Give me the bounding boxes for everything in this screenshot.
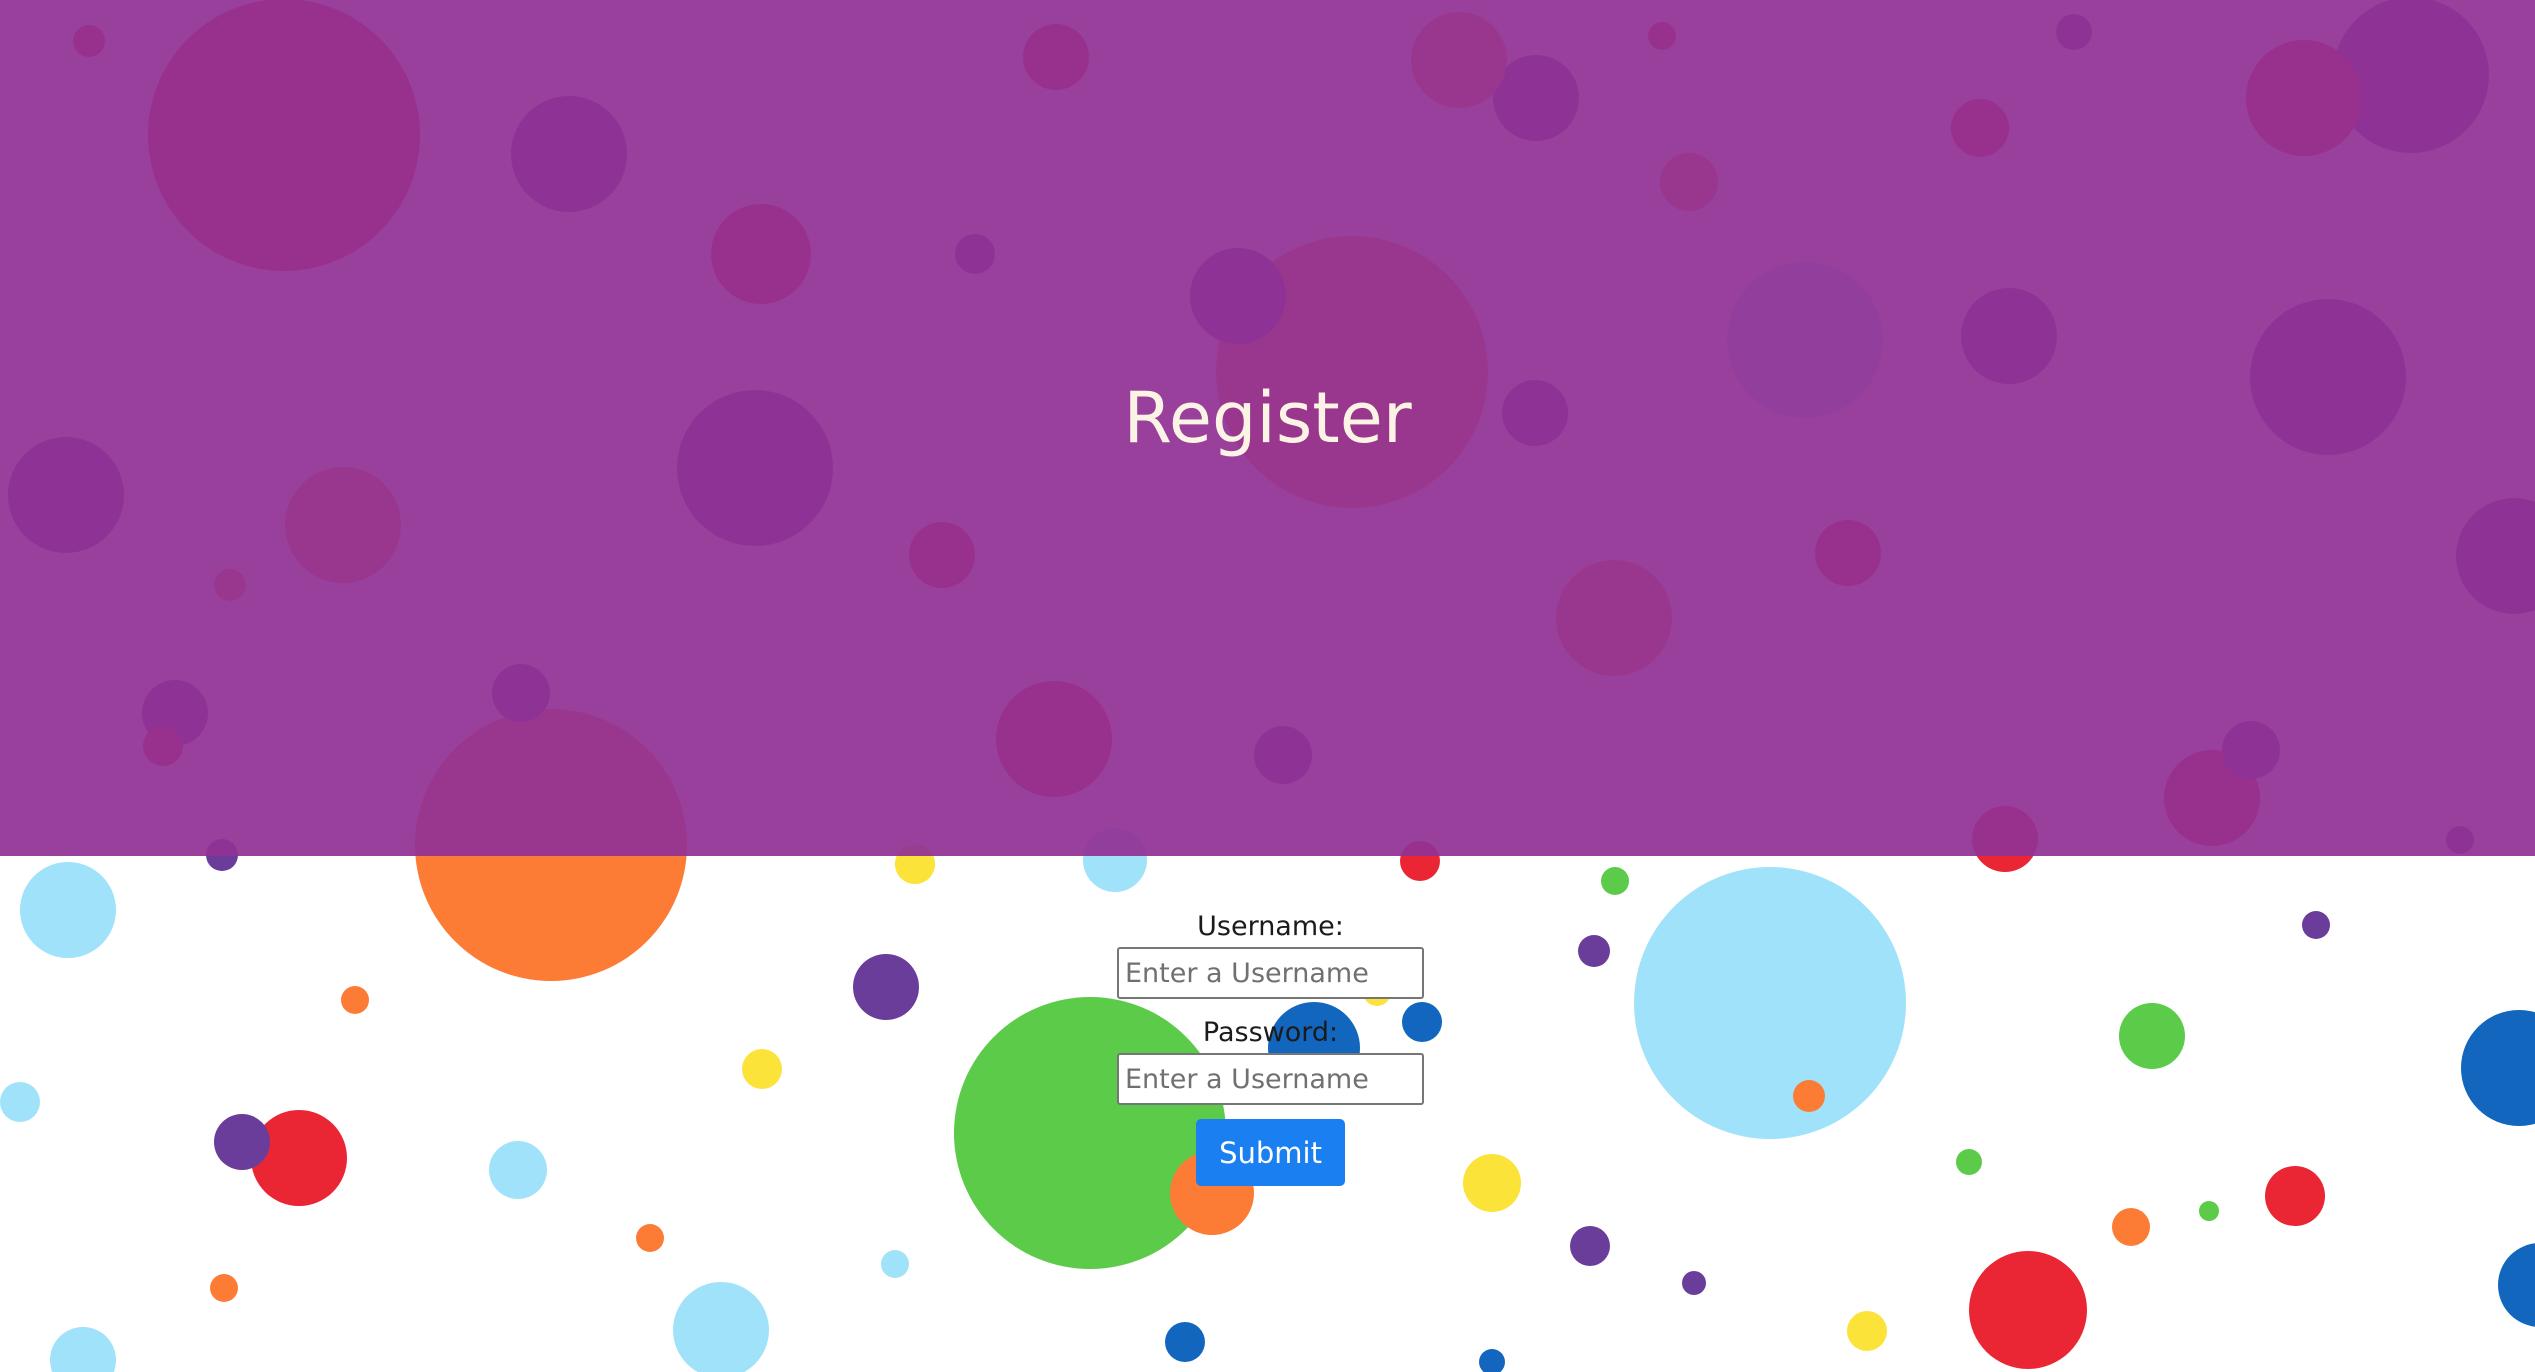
confetti-dot	[636, 1224, 664, 1252]
confetti-dot	[881, 1250, 909, 1278]
page-title: Register	[1123, 377, 1412, 459]
confetti-dot	[251, 1110, 347, 1206]
username-label: Username:	[1197, 911, 1344, 942]
confetti-dot	[214, 1114, 270, 1170]
confetti-dot	[1793, 1080, 1825, 1112]
confetti-dot	[1601, 867, 1629, 895]
confetti-dot	[1969, 1251, 2087, 1369]
confetti-dot	[2498, 1243, 2535, 1327]
username-input[interactable]	[1117, 947, 1424, 999]
password-label: Password:	[1202, 1017, 1339, 1048]
confetti-dot	[2119, 1003, 2185, 1069]
confetti-dot	[2112, 1208, 2150, 1246]
confetti-dot	[673, 1282, 769, 1372]
confetti-dot	[742, 1049, 782, 1089]
confetti-dot	[20, 862, 116, 958]
confetti-dot	[1463, 1154, 1521, 1212]
confetti-dot	[1570, 1226, 1610, 1266]
confetti-dot	[1634, 867, 1906, 1139]
confetti-dot	[489, 1141, 547, 1199]
confetti-dot	[2302, 911, 2330, 939]
confetti-dot	[2461, 1010, 2535, 1126]
confetti-dot	[1847, 1311, 1887, 1351]
register-page: Register Username: Password: Submit	[0, 0, 2535, 1372]
confetti-dot	[1479, 1349, 1505, 1372]
submit-button[interactable]: Submit	[1196, 1119, 1345, 1186]
password-input[interactable]	[1117, 1053, 1424, 1105]
confetti-dot	[2265, 1166, 2325, 1226]
confetti-dot	[2199, 1201, 2219, 1221]
confetti-dot	[1682, 1271, 1706, 1295]
confetti-dot	[210, 1274, 238, 1302]
confetti-dot	[0, 1082, 40, 1122]
confetti-dot	[50, 1327, 116, 1372]
confetti-dot	[341, 986, 369, 1014]
confetti-dot	[1165, 1322, 1205, 1362]
confetti-dot	[1578, 935, 1610, 967]
register-form: Username: Password: Submit	[1117, 907, 1424, 1186]
confetti-dot	[853, 954, 919, 1020]
confetti-dot	[1956, 1149, 1982, 1175]
